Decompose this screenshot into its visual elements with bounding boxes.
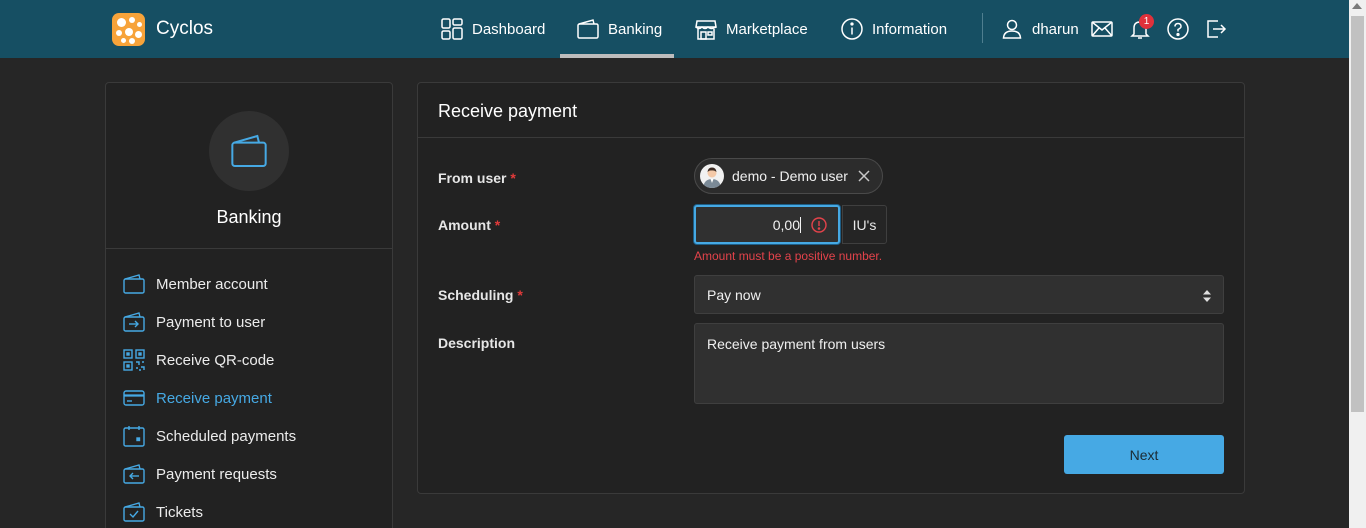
payment-in-icon xyxy=(123,464,145,484)
amount-label: Amount * xyxy=(438,217,500,233)
avatar xyxy=(700,164,724,188)
amount-input[interactable]: 0,00 xyxy=(694,205,840,244)
sidebar-item-receive-qr-code[interactable]: Receive QR-code xyxy=(122,348,274,372)
info-icon xyxy=(841,18,863,40)
help-icon[interactable] xyxy=(1166,17,1190,41)
sidebar-item-label: Tickets xyxy=(156,503,203,521)
store-icon xyxy=(695,20,717,40)
required-mark: * xyxy=(494,217,501,233)
sidebar: Banking Member account Payment to user R… xyxy=(105,82,393,528)
title-divider xyxy=(418,137,1244,138)
from-user-label-text: From user xyxy=(438,170,507,186)
cyclos-logo[interactable] xyxy=(112,13,145,46)
error-icon xyxy=(811,217,827,233)
dashboard-icon xyxy=(441,18,463,40)
required-mark: * xyxy=(517,287,523,303)
top-navigation-bar: Cyclos Dashboard Banking Marketplace Inf… xyxy=(0,0,1349,58)
close-icon[interactable] xyxy=(856,168,872,184)
scroll-up-arrow-icon[interactable] xyxy=(1352,3,1362,9)
text-caret xyxy=(800,217,801,233)
from-user-label: From user * xyxy=(438,170,516,186)
payment-out-icon xyxy=(123,312,145,332)
sidebar-item-label: Receive payment xyxy=(156,389,272,407)
calendar-icon xyxy=(123,426,145,447)
nav-divider xyxy=(982,13,983,43)
nav-dashboard[interactable]: Dashboard xyxy=(440,0,545,58)
description-label-text: Description xyxy=(438,335,516,351)
user-icon xyxy=(1002,19,1022,39)
from-user-chip[interactable]: demo - Demo user xyxy=(694,158,883,194)
amount-value: 0,00 xyxy=(772,217,800,233)
card-icon xyxy=(123,390,145,406)
sidebar-item-payment-requests[interactable]: Payment requests xyxy=(122,462,277,486)
page-title: Receive payment xyxy=(438,101,578,121)
description-value: Receive payment from users xyxy=(707,336,886,352)
sidebar-item-label: Payment requests xyxy=(156,465,277,483)
sidebar-item-payment-to-user[interactable]: Payment to user xyxy=(122,310,265,334)
sidebar-item-label: Receive QR-code xyxy=(156,351,275,369)
sidebar-item-scheduled-payments[interactable]: Scheduled payments xyxy=(122,424,296,448)
scheduling-value: Pay now xyxy=(707,287,761,303)
scheduling-label: Scheduling * xyxy=(438,287,523,303)
amount-unit: IU's xyxy=(842,205,887,244)
nav-dashboard-label: Dashboard xyxy=(472,20,546,38)
required-mark: * xyxy=(510,170,516,186)
nav-banking-label: Banking xyxy=(608,20,663,38)
active-tab-indicator xyxy=(560,54,674,58)
logout-icon[interactable] xyxy=(1204,17,1228,41)
wallet-icon xyxy=(123,274,145,294)
next-button[interactable]: Next xyxy=(1064,435,1224,474)
description-label: Description xyxy=(438,335,515,351)
sidebar-item-label: Payment to user xyxy=(156,313,266,331)
sidebar-header: Banking xyxy=(106,83,392,249)
sidebar-item-member-account[interactable]: Member account xyxy=(122,272,268,296)
select-arrows-icon xyxy=(1203,290,1211,302)
nav-marketplace-label: Marketplace xyxy=(726,20,808,38)
nav-marketplace[interactable]: Marketplace xyxy=(694,0,808,58)
mail-icon[interactable] xyxy=(1090,17,1114,41)
scheduling-select[interactable]: Pay now xyxy=(694,275,1224,314)
nav-information[interactable]: Information xyxy=(840,0,947,58)
nav-information-label: Information xyxy=(872,20,948,38)
sidebar-icon-circle xyxy=(209,111,289,191)
wallet-icon xyxy=(231,134,267,167)
sidebar-title: Banking xyxy=(216,207,282,227)
nav-banking[interactable]: Banking xyxy=(576,0,662,58)
sidebar-item-label: Scheduled payments xyxy=(156,427,297,445)
ticket-check-icon xyxy=(123,502,145,522)
wallet-icon xyxy=(577,19,599,39)
description-textarea[interactable]: Receive payment from users xyxy=(694,323,1224,404)
user-menu[interactable]: dharun xyxy=(1000,0,1079,58)
amount-label-text: Amount xyxy=(438,217,491,233)
sidebar-item-receive-payment[interactable]: Receive payment xyxy=(122,386,272,410)
scrollbar-thumb[interactable] xyxy=(1351,16,1364,412)
amount-error-message: Amount must be a positive number. xyxy=(694,249,883,263)
scheduling-label-text: Scheduling xyxy=(438,287,514,303)
receive-payment-form: Receive payment From user * demo - Demo … xyxy=(417,82,1245,494)
notification-badge: 1 xyxy=(1139,14,1154,29)
app-name[interactable]: Cyclos xyxy=(156,18,213,40)
sidebar-item-tickets[interactable]: Tickets xyxy=(122,500,203,524)
from-user-name: demo - Demo user xyxy=(732,168,848,184)
sidebar-item-label: Member account xyxy=(156,275,268,293)
qr-code-icon xyxy=(123,349,145,371)
username: dharun xyxy=(1032,20,1079,38)
